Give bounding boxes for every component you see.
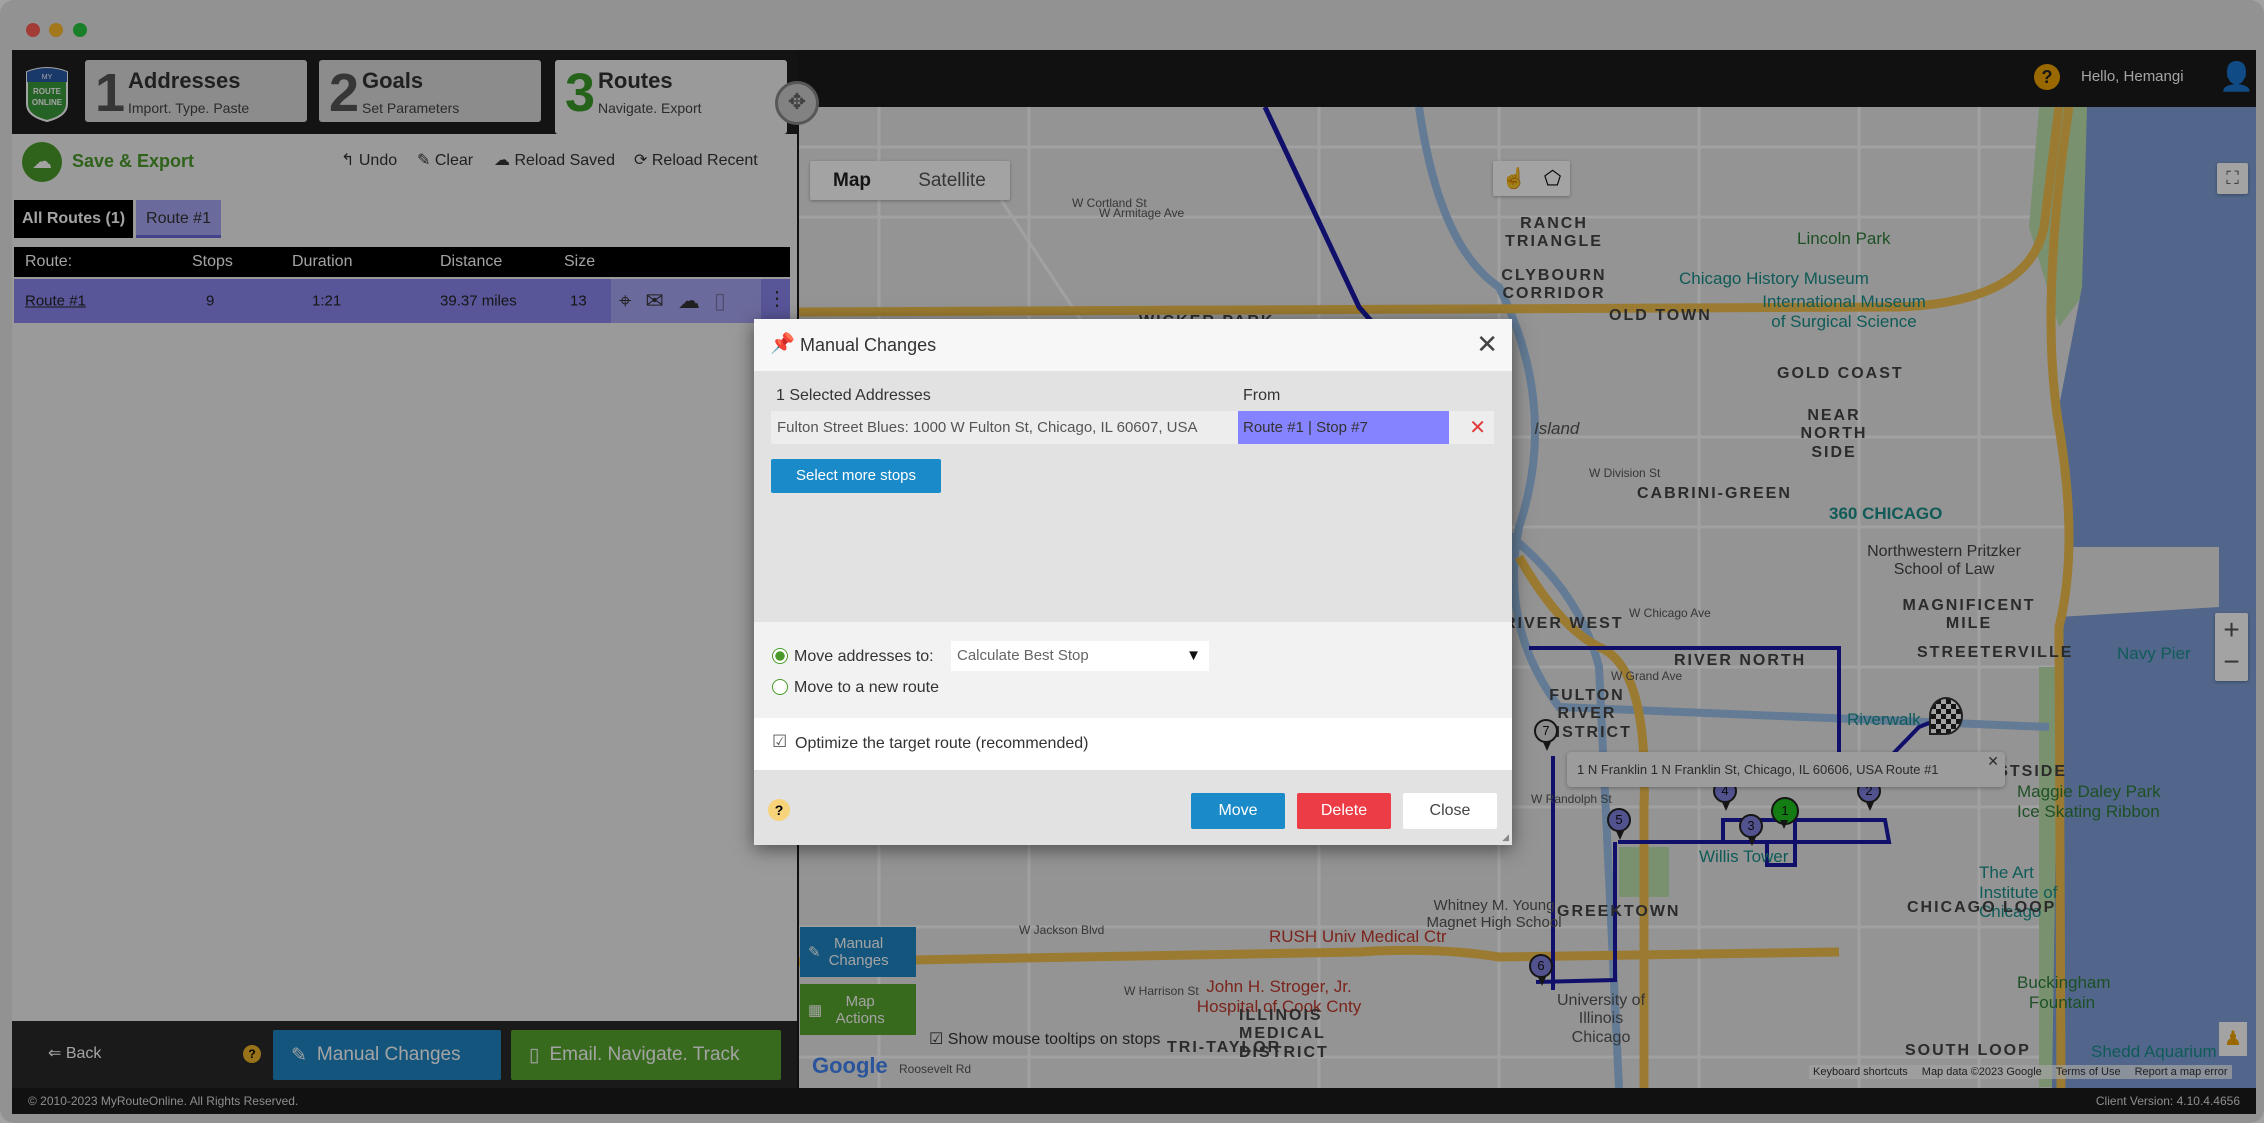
move-options: Move addresses to: Calculate Best Stop ▼… <box>754 622 1512 718</box>
selected-address-row: Fulton Street Blues: 1000 W Fulton St, C… <box>771 411 1494 444</box>
help-icon[interactable]: ? <box>768 799 790 821</box>
move-addresses-label: Move addresses to: <box>794 648 934 665</box>
from-header: From <box>1243 387 1281 404</box>
close-button[interactable]: Close <box>1403 793 1497 829</box>
pin-icon: 📌 <box>770 333 795 355</box>
dialog-title: Manual Changes <box>800 335 937 355</box>
manual-changes-dialog: 📌 Manual Changes ✕ 1 Selected Addresses … <box>754 319 1512 845</box>
optimize-checkbox[interactable]: ☑ <box>772 732 787 752</box>
select-more-stops-button[interactable]: Select more stops <box>771 459 941 493</box>
close-icon[interactable]: ✕ <box>1476 329 1498 360</box>
remove-address-icon[interactable]: ✕ <box>1469 415 1486 440</box>
resize-handle-icon[interactable]: ◢ <box>1502 832 1509 843</box>
dropdown-arrow-icon: ▼ <box>1186 647 1201 664</box>
from-route-stop: Route #1 | Stop #7 <box>1238 411 1449 444</box>
move-target-value: Calculate Best Stop <box>957 647 1089 664</box>
move-target-select[interactable]: Calculate Best Stop ▼ <box>951 641 1209 671</box>
radio-new-route[interactable] <box>772 679 788 695</box>
radio-move-addresses[interactable] <box>772 648 788 664</box>
selected-address: Fulton Street Blues: 1000 W Fulton St, C… <box>777 419 1198 436</box>
delete-button[interactable]: Delete <box>1297 793 1391 829</box>
optimize-label: Optimize the target route (recommended) <box>795 735 1089 752</box>
move-button[interactable]: Move <box>1191 793 1285 829</box>
new-route-label: Move to a new route <box>794 679 939 696</box>
optimize-section: ☑ Optimize the target route (recommended… <box>754 718 1512 770</box>
selected-addresses-header: 1 Selected Addresses <box>776 387 931 404</box>
dialog-header: 📌 Manual Changes ✕ <box>754 319 1512 371</box>
